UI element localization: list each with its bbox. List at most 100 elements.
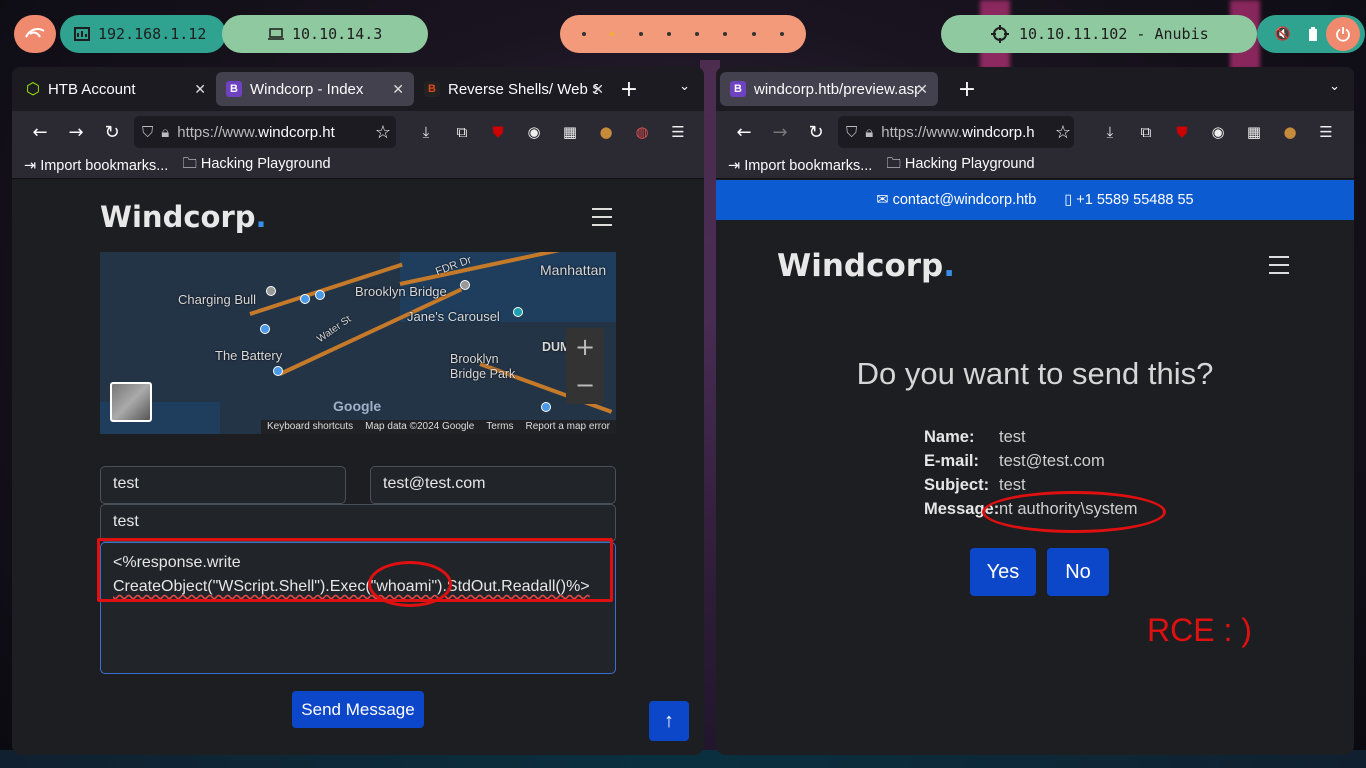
downloads-icon[interactable]: ⤓ <box>1092 123 1128 141</box>
map-pin-icon[interactable] <box>460 280 470 290</box>
back-button[interactable]: ← <box>726 122 762 143</box>
power-button[interactable] <box>1326 17 1360 51</box>
transit-icon <box>300 294 310 304</box>
google-logo: Google <box>333 398 382 414</box>
no-button[interactable]: No <box>1047 548 1109 596</box>
tab-windcorp-index[interactable]: B Windcorp - Index ✕ <box>216 72 414 106</box>
chevron-down-icon[interactable]: ⌄ <box>1329 79 1340 94</box>
volume-muted-icon[interactable]: 🔇 <box>1275 27 1291 42</box>
keyboard-shortcuts-link[interactable]: Keyboard shortcuts <box>267 421 353 433</box>
qr-code-icon[interactable]: ▦ <box>1236 123 1272 141</box>
cookie-icon[interactable]: ● <box>1272 123 1308 141</box>
battery-icon <box>1309 27 1317 41</box>
workspace-dot[interactable] <box>666 32 671 36</box>
email-field[interactable]: test@test.com <box>370 466 616 504</box>
map-label: Brooklyn Bridge Park <box>450 352 516 381</box>
local-ip-widget: 192.168.1.12 <box>60 15 226 53</box>
workspace-switcher[interactable] <box>560 15 806 53</box>
shield-icon[interactable]: ⛉ <box>142 124 153 141</box>
menu-icon[interactable]: ☰ <box>1308 123 1344 141</box>
foxyproxy-icon[interactable]: ◉ <box>1200 123 1236 141</box>
htb-cube-icon: ⬡ <box>26 81 40 98</box>
page-title: Do you want to send this? <box>856 356 1214 391</box>
terms-link[interactable]: Terms <box>486 421 513 433</box>
kali-menu-button[interactable] <box>14 15 56 53</box>
map-label: Brooklyn Bridge <box>355 284 447 299</box>
workspace-dot-active[interactable] <box>610 32 615 36</box>
downloads-icon[interactable]: ⤓ <box>408 123 444 141</box>
workspace-dot[interactable] <box>582 32 587 36</box>
tab-reverse-shells[interactable]: B Reverse Shells/ Web S ✕ <box>414 72 614 106</box>
transit-icon <box>273 366 283 376</box>
zoom-out-button[interactable]: − <box>566 366 604 404</box>
qr-code-icon[interactable]: ▦ <box>552 123 588 141</box>
forward-button[interactable]: → <box>762 122 798 143</box>
chevron-down-icon[interactable]: ⌄ <box>679 79 690 94</box>
workspace-dot[interactable] <box>723 32 728 36</box>
name-field[interactable]: test <box>100 466 346 504</box>
forward-button[interactable]: → <box>58 122 94 143</box>
brand-logo[interactable]: Windcorp. <box>100 200 267 234</box>
preview-name-row: Name: test <box>924 428 1026 446</box>
contact-email[interactable]: ✉ contact@windcorp.htb <box>876 192 1036 208</box>
close-icon[interactable]: ✕ <box>592 81 604 98</box>
lock-icon[interactable]: 🔒︎ <box>865 124 873 141</box>
bookmarks-toolbar: ⇥ Import bookmarks... 🗀 Hacking Playgrou… <box>12 153 704 179</box>
contact-phone[interactable]: ▯ +1 5589 55488 55 <box>1064 192 1193 208</box>
hamburger-menu-icon[interactable] <box>592 208 612 232</box>
brand-logo[interactable]: Windcorp. <box>777 248 955 284</box>
annotation-oval <box>368 561 452 607</box>
preview-email-row: E-mail: test@test.com <box>924 452 1105 470</box>
google-map[interactable]: Manhattan Charging Bull Brooklyn Bridge … <box>100 252 616 434</box>
hackbar-icon[interactable]: ◍ <box>624 123 660 141</box>
import-bookmarks[interactable]: ⇥ Import bookmarks... <box>728 158 872 174</box>
close-icon[interactable]: ✕ <box>194 81 206 98</box>
zoom-in-button[interactable]: + <box>566 328 604 366</box>
satellite-toggle[interactable] <box>110 382 152 422</box>
extensions-icon[interactable]: ⧉ <box>444 123 480 141</box>
map-pin-icon[interactable] <box>513 307 523 317</box>
url-bar[interactable]: ⛉ 🔒︎ https://www.windcorp.ht <box>134 116 396 148</box>
close-icon[interactable]: ✕ <box>392 81 404 98</box>
burp-icon: B <box>424 81 440 97</box>
shield-icon[interactable]: ⛉ <box>846 124 857 141</box>
workspace-dot[interactable] <box>779 32 784 36</box>
map-label: Manhattan <box>540 262 607 278</box>
back-to-top-button[interactable]: ↑ <box>649 701 689 741</box>
close-icon[interactable]: ✕ <box>916 81 928 98</box>
extensions-icon[interactable]: ⧉ <box>1128 123 1164 141</box>
workspace-dot[interactable] <box>751 32 756 36</box>
map-zoom-control: + − <box>566 328 604 404</box>
reload-button[interactable]: ↻ <box>94 122 130 143</box>
report-map-error-link[interactable]: Report a map error <box>526 421 610 433</box>
workspace-dot[interactable] <box>695 32 700 36</box>
bookmark-folder-hacking[interactable]: 🗀 Hacking Playground <box>886 153 1034 178</box>
menu-icon[interactable]: ☰ <box>660 123 696 141</box>
annotation-box <box>97 538 613 602</box>
workspace-dot[interactable] <box>638 32 643 36</box>
map-pin-icon[interactable] <box>266 286 276 296</box>
kali-dragon-icon <box>25 28 45 38</box>
tab-windcorp-preview[interactable]: B windcorp.htb/preview.asp ✕ <box>720 72 938 106</box>
bookmark-folder-hacking[interactable]: 🗀 Hacking Playground <box>182 153 330 178</box>
back-button[interactable]: ← <box>22 122 58 143</box>
new-tab-button[interactable]: + <box>952 77 982 102</box>
cookie-icon[interactable]: ● <box>588 123 624 141</box>
url-bar[interactable]: ⛉ 🔒︎ https://www.windcorp.h <box>838 116 1074 148</box>
bookmark-star-icon[interactable]: ☆ <box>1048 122 1078 143</box>
ublock-icon[interactable]: ⛊ <box>1164 123 1200 141</box>
hamburger-menu-icon[interactable] <box>1269 256 1289 280</box>
tab-strip: B windcorp.htb/preview.asp ✕ + ⌄ <box>716 67 1354 111</box>
send-message-button[interactable]: Send Message <box>292 691 424 728</box>
yes-button[interactable]: Yes <box>970 548 1036 596</box>
bookmark-star-icon[interactable]: ☆ <box>368 122 398 143</box>
subject-field[interactable]: test <box>100 504 616 542</box>
tab-htb-account[interactable]: ⬡ HTB Account ✕ <box>16 72 216 106</box>
ublock-icon[interactable]: ⛊ <box>480 123 516 141</box>
reload-button[interactable]: ↻ <box>798 122 834 143</box>
import-bookmarks[interactable]: ⇥ Import bookmarks... <box>24 158 168 174</box>
foxyproxy-icon[interactable]: ◉ <box>516 123 552 141</box>
lock-icon[interactable]: 🔒︎ <box>161 124 169 141</box>
new-tab-button[interactable]: + <box>614 77 644 102</box>
bootstrap-icon: B <box>730 81 746 97</box>
